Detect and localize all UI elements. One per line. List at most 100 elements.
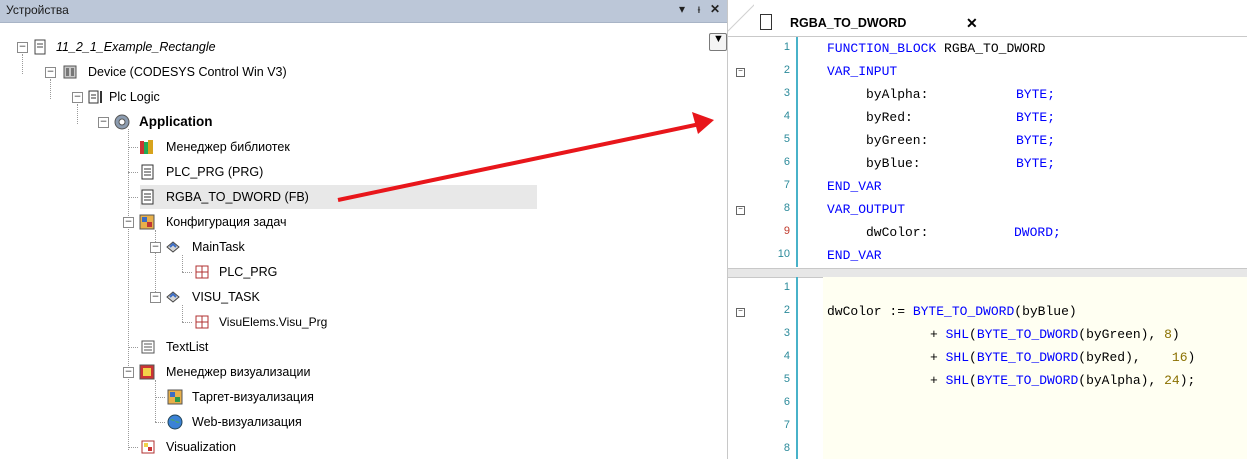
pin-icon[interactable]: ᵻ <box>691 2 707 16</box>
variable-name: byRed: <box>866 110 913 125</box>
tree-line <box>155 422 165 423</box>
visualization-icon <box>140 439 156 455</box>
tree-dropdown-button[interactable]: ▼ <box>709 33 727 51</box>
tree-item-plc-logic[interactable]: Plc Logic <box>109 90 160 104</box>
line-number: 2 <box>783 304 790 316</box>
code-token: := <box>881 304 913 319</box>
code-token: ); <box>1179 373 1196 388</box>
code-line: + SHL(BYTE_TO_DWORD(byGreen), 8) <box>930 327 1180 342</box>
tree-item-main-task-call[interactable]: PLC_PRG <box>219 265 277 279</box>
variable-name: byGreen: <box>866 133 929 148</box>
tree-item-task-config[interactable]: Конфигурация задач <box>166 215 287 229</box>
tree-line <box>155 230 156 300</box>
close-panel-icon[interactable]: ✕ <box>707 2 723 16</box>
declaration-editor[interactable]: 1 2 − 3 4 5 6 7 8 − 9 10 FUNCTION_BLOCK RGBA_TO_DWO… <box>728 37 1247 267</box>
code-token: ) <box>1068 304 1077 319</box>
tree-line <box>128 347 138 348</box>
tree-item-text-list[interactable]: TextList <box>166 340 208 354</box>
panel-menu-icon[interactable]: ▾ <box>674 2 690 16</box>
keyword: BYTE_TO_DWORD <box>976 373 1079 388</box>
collapse-toggle[interactable]: − <box>45 67 56 78</box>
tree-line <box>182 255 183 272</box>
fold-toggle-icon[interactable]: − <box>736 308 745 317</box>
variable-name: byBlue: <box>866 156 921 171</box>
function-block-icon <box>140 189 156 205</box>
collapse-toggle[interactable]: − <box>123 367 134 378</box>
project-icon <box>32 39 48 55</box>
line-number: 7 <box>783 179 790 191</box>
editor-tab-bar: RGBA_TO_DWORD ✕ <box>728 0 1247 37</box>
target-visu-icon <box>167 389 183 405</box>
code-token: byBlue <box>1022 304 1069 319</box>
keyword: END_VAR <box>827 248 882 263</box>
line-number: 10 <box>777 248 790 260</box>
close-tab-icon[interactable]: ✕ <box>966 15 978 32</box>
implementation-gutter: 1 2 − 3 4 5 6 7 8 <box>728 277 798 459</box>
collapse-toggle[interactable]: − <box>98 117 109 128</box>
tree-item-rgba-to-dword[interactable]: RGBA_TO_DWORD (FB) <box>166 190 309 204</box>
gutter-bar <box>796 277 798 459</box>
code-token: RGBA_TO_DWORD <box>944 41 1046 56</box>
code-token: + <box>930 350 946 365</box>
fold-toggle-icon[interactable]: − <box>736 206 745 215</box>
tree-item-application[interactable]: Application <box>139 114 213 129</box>
code-token: ), <box>1140 373 1165 388</box>
line-number: 5 <box>783 373 790 385</box>
devices-panel-header: Устройства ▾ ᵻ ✕ <box>0 0 727 23</box>
tree-item-visualization[interactable]: Visualization <box>166 440 236 454</box>
line-number: 6 <box>783 156 790 168</box>
tree-line <box>155 397 165 398</box>
editor-tab-label: RGBA_TO_DWORD <box>790 16 907 30</box>
keyword: SHL <box>945 350 970 365</box>
line-number: 8 <box>783 442 790 454</box>
tree-item-project[interactable]: 11_2_1_Example_Rectangle <box>56 40 216 54</box>
tree-item-main-task[interactable]: MainTask <box>192 240 245 254</box>
implementation-editor[interactable]: 1 2−3 4 5 6 7 8 dwColor := BYTE_TO_DWORD(byBlu… <box>728 277 1247 459</box>
line-number: 6 <box>783 396 790 408</box>
code-line: dwColor := BYTE_TO_DWORD(byBlue) <box>827 304 1077 319</box>
code-line: VAR_INPUT <box>827 64 897 79</box>
code-token: byGreen <box>1086 327 1141 342</box>
tree-item-device[interactable]: Device (CODESYS Control Win V3) <box>88 65 287 79</box>
editor-panel: RGBA_TO_DWORD ✕ 1 2 − 3 4 5 6 7 8 − 9 10 FUNCTION_B… <box>728 0 1247 459</box>
line-number: 7 <box>783 419 790 431</box>
tree-line <box>50 79 51 99</box>
code-token: byAlpha <box>1086 373 1141 388</box>
code-token: ( <box>969 373 977 388</box>
library-books-icon <box>139 139 155 155</box>
collapse-toggle[interactable]: − <box>72 92 83 103</box>
tree-item-visu-manager[interactable]: Менеджер визуализации <box>166 365 310 379</box>
line-number: 4 <box>783 110 790 122</box>
keyword: VAR_OUTPUT <box>827 202 906 217</box>
task-icon <box>165 289 181 305</box>
tree-item-plc-prg[interactable]: PLC_PRG (PRG) <box>166 165 263 179</box>
tree-line <box>128 147 138 148</box>
tree-item-library-manager[interactable]: Менеджер библиотек <box>166 140 290 154</box>
fold-toggle-icon[interactable]: − <box>736 68 745 77</box>
collapse-toggle[interactable]: − <box>17 42 28 53</box>
code-line: dwColor: DWORD; <box>866 225 1061 240</box>
line-number: 5 <box>783 133 790 145</box>
tree-item-visu-task-call[interactable]: VisuElems.Visu_Prg <box>219 315 327 329</box>
line-number: 3 <box>783 87 790 99</box>
line-number: 9 <box>783 225 790 237</box>
collapse-toggle[interactable]: − <box>123 217 134 228</box>
type-keyword: DWORD; <box>1014 225 1061 240</box>
number-literal: 16 <box>1171 350 1188 365</box>
collapse-toggle[interactable]: − <box>150 242 161 253</box>
tree-item-target-visu[interactable]: Таргет-визуализация <box>192 390 314 404</box>
device-icon <box>62 64 78 80</box>
code-line: END_VAR <box>827 179 882 194</box>
code-token: ( <box>1078 327 1087 342</box>
collapse-toggle[interactable]: − <box>150 292 161 303</box>
tree-line <box>182 322 192 323</box>
keyword: BYTE_TO_DWORD <box>912 304 1015 319</box>
web-visu-globe-icon <box>167 414 183 430</box>
code-line: + SHL(BYTE_TO_DWORD(byAlpha), 24); <box>930 373 1195 388</box>
code-token: + <box>930 327 946 342</box>
keyword: END_VAR <box>827 179 882 194</box>
tree-item-web-visu[interactable]: Web-визуализация <box>192 415 302 429</box>
devices-panel-title: Устройства <box>6 3 69 17</box>
tree-item-visu-task[interactable]: VISU_TASK <box>192 290 260 304</box>
